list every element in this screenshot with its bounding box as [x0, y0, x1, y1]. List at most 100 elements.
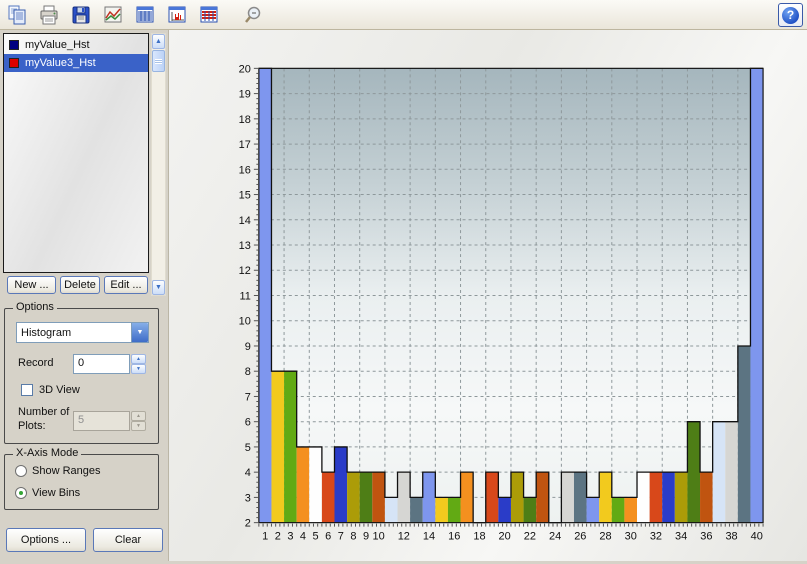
xaxis-group-title: X-Axis Mode: [13, 447, 82, 459]
plot-type-value: Histogram: [21, 326, 72, 339]
svg-text:5: 5: [245, 442, 251, 454]
view-bins-radio[interactable]: View Bins: [15, 487, 80, 499]
zoom-icon[interactable]: [240, 2, 266, 28]
svg-text:10: 10: [239, 316, 251, 328]
num-plots-label-1: Number of: [18, 406, 70, 418]
copy-icon[interactable]: [4, 2, 30, 28]
svg-text:36: 36: [700, 531, 712, 543]
svg-text:30: 30: [625, 531, 637, 543]
toolbar: ?: [0, 0, 807, 30]
svg-text:14: 14: [239, 215, 251, 227]
svg-text:17: 17: [239, 139, 251, 151]
spin-up-icon[interactable]: ▲: [131, 354, 146, 364]
table-values-icon[interactable]: [196, 2, 222, 28]
svg-text:40: 40: [751, 531, 763, 543]
svg-text:13: 13: [239, 240, 251, 252]
svg-text:6: 6: [245, 417, 251, 429]
options-button[interactable]: Options ...: [6, 528, 86, 552]
svg-text:5: 5: [313, 531, 319, 543]
series-color-swatch: [9, 40, 19, 50]
svg-text:4: 4: [245, 467, 251, 479]
sidebar-scrollbar[interactable]: ▲ ▼: [151, 33, 166, 296]
svg-text:20: 20: [239, 63, 251, 75]
svg-text:4: 4: [300, 531, 306, 543]
svg-text:2: 2: [275, 531, 281, 543]
print-icon[interactable]: [36, 2, 62, 28]
svg-text:14: 14: [423, 531, 435, 543]
svg-text:7: 7: [338, 531, 344, 543]
chart-panel: 2 3 4 5 6 7 8 9 10 11 12 13 14 15 16 17 18 19 20 1 2 3 4 5 6 7 8 9 1…: [168, 30, 807, 561]
svg-text:8: 8: [245, 366, 251, 378]
3d-view-checkbox[interactable]: [21, 384, 33, 396]
show-ranges-label: Show Ranges: [32, 465, 101, 477]
svg-text:34: 34: [675, 531, 687, 543]
svg-text:9: 9: [245, 341, 251, 353]
svg-text:1: 1: [262, 531, 268, 543]
svg-text:24: 24: [549, 531, 561, 543]
svg-text:11: 11: [239, 290, 250, 302]
svg-text:28: 28: [599, 531, 611, 543]
list-item-label: myValue_Hst: [25, 39, 90, 51]
svg-text:7: 7: [245, 391, 251, 403]
chevron-down-icon[interactable]: ▼: [131, 323, 148, 342]
show-ranges-radio[interactable]: Show Ranges: [15, 465, 101, 477]
svg-text:12: 12: [239, 265, 251, 277]
clear-button[interactable]: Clear: [93, 528, 163, 552]
list-item-selected[interactable]: myValue3_Hst: [4, 54, 148, 72]
save-icon[interactable]: [68, 2, 94, 28]
histogram-chart: 2 3 4 5 6 7 8 9 10 11 12 13 14 15 16 17 18 19 20 1 2 3 4 5 6 7 8 9 1…: [169, 30, 807, 561]
view-bins-label: View Bins: [32, 487, 81, 499]
3d-view-label: 3D View: [39, 384, 80, 396]
svg-text:18: 18: [239, 114, 251, 126]
spin-down-icon[interactable]: ▼: [131, 364, 146, 374]
num-plots-stepper: ▲ ▼: [131, 411, 146, 431]
radio-selected-icon[interactable]: [15, 487, 27, 499]
record-input[interactable]: 0: [73, 354, 130, 374]
spin-up-icon: ▲: [131, 411, 146, 421]
table-icon[interactable]: [132, 2, 158, 28]
spin-down-icon: ▼: [131, 421, 146, 431]
help-icon: ?: [782, 6, 799, 24]
svg-text:12: 12: [398, 531, 410, 543]
svg-text:38: 38: [725, 531, 737, 543]
svg-text:2: 2: [245, 518, 251, 530]
scrollbar-thumb[interactable]: [152, 50, 165, 72]
svg-text:32: 32: [650, 531, 662, 543]
svg-text:9: 9: [363, 531, 369, 543]
series-color-swatch: [9, 58, 19, 68]
svg-text:3: 3: [245, 492, 251, 504]
delete-button[interactable]: Delete: [60, 276, 100, 294]
histogram-table-icon[interactable]: [164, 2, 190, 28]
plot-type-select[interactable]: Histogram ▼: [16, 322, 149, 343]
scroll-down-icon[interactable]: ▼: [152, 280, 165, 295]
svg-text:6: 6: [325, 531, 331, 543]
svg-text:20: 20: [499, 531, 511, 543]
num-plots-label-2: Plots:: [18, 420, 46, 432]
svg-text:22: 22: [524, 531, 536, 543]
svg-text:26: 26: [574, 531, 586, 543]
svg-text:15: 15: [239, 190, 251, 202]
plot-list: myValue_Hst myValue3_Hst: [3, 33, 149, 273]
chart-icon[interactable]: [100, 2, 126, 28]
edit-button[interactable]: Edit ...: [104, 276, 148, 294]
svg-text:8: 8: [350, 531, 356, 543]
options-group: Options Histogram ▼ Record 0 ▲ ▼ 3D View…: [4, 301, 159, 444]
radio-icon[interactable]: [15, 465, 27, 477]
options-group-title: Options: [13, 301, 57, 313]
list-item[interactable]: myValue_Hst: [4, 36, 148, 54]
scroll-up-icon[interactable]: ▲: [152, 34, 165, 49]
svg-text:19: 19: [239, 89, 251, 101]
xaxis-mode-group: X-Axis Mode Show Ranges View Bins: [4, 447, 159, 510]
svg-text:3: 3: [287, 531, 293, 543]
record-stepper[interactable]: ▲ ▼: [131, 354, 146, 374]
svg-text:18: 18: [473, 531, 485, 543]
num-plots-input: 5: [73, 411, 130, 431]
help-button[interactable]: ?: [778, 3, 803, 27]
list-item-label: myValue3_Hst: [25, 57, 96, 69]
svg-text:16: 16: [448, 531, 460, 543]
svg-text:16: 16: [239, 164, 251, 176]
record-label: Record: [18, 357, 54, 369]
new-button[interactable]: New ...: [7, 276, 56, 294]
sidebar: myValue_Hst myValue3_Hst ▲ ▼ New ... Del…: [0, 30, 168, 561]
svg-text:10: 10: [373, 531, 385, 543]
